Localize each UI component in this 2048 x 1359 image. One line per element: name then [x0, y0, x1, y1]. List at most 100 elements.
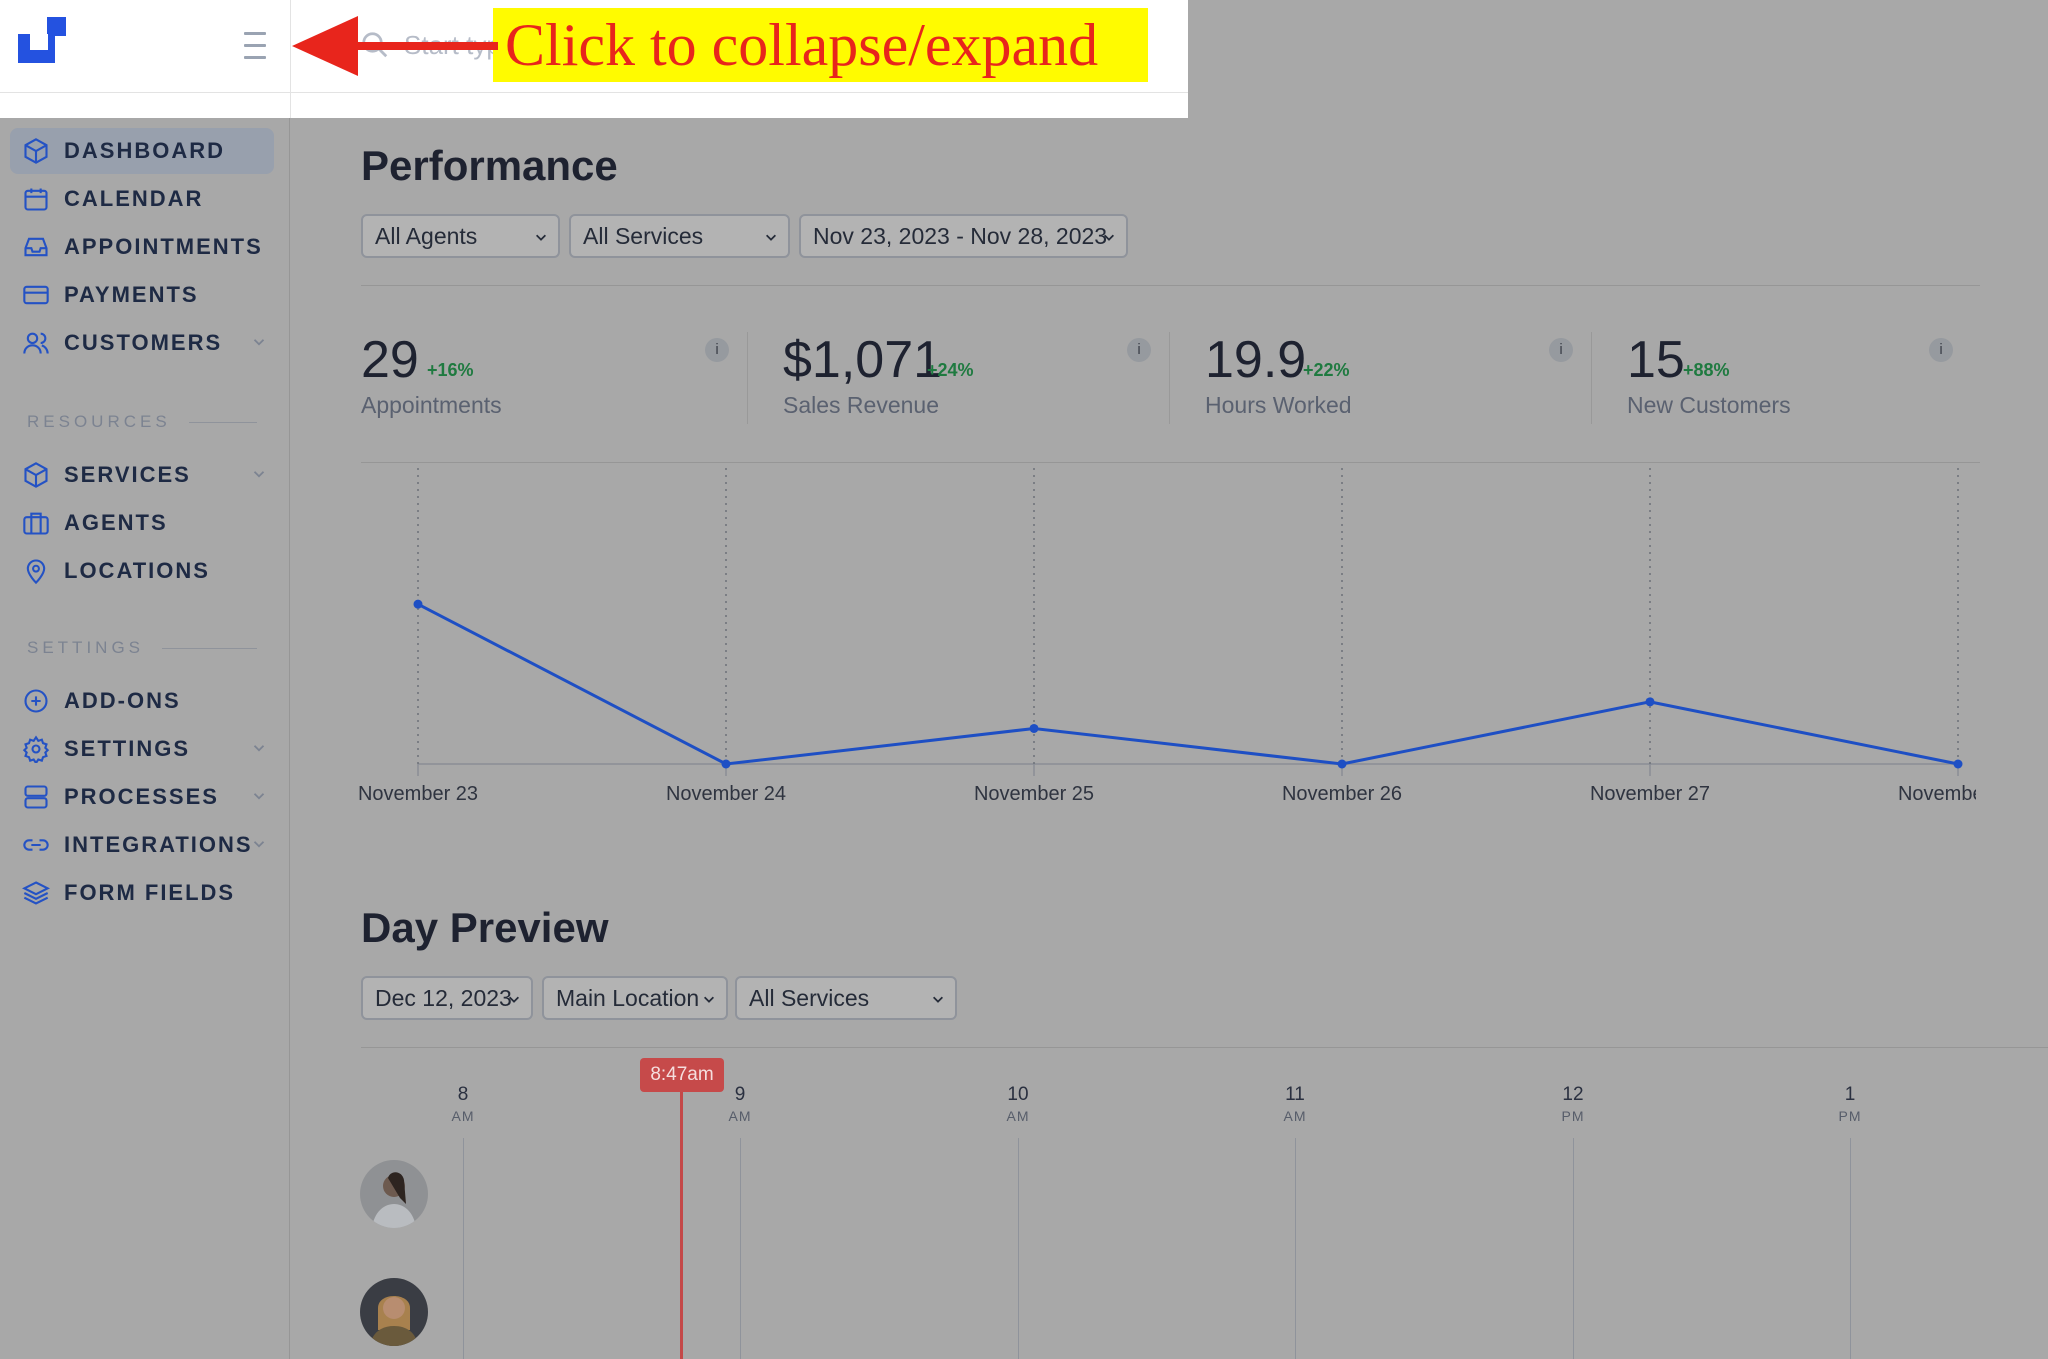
- hour-label: 1 PM: [1838, 1084, 1862, 1124]
- sidebar-item-payments[interactable]: PAYMENTS: [10, 272, 274, 318]
- layers-icon: [22, 881, 50, 905]
- sidebar-item-label: PAYMENTS: [64, 282, 199, 307]
- chevron-down-icon: [704, 996, 714, 1003]
- chevron-down-icon: [253, 841, 265, 848]
- sidebar-item-label: DASHBOARD: [64, 138, 225, 163]
- data-point[interactable]: [721, 759, 731, 769]
- section-divider: [361, 285, 1980, 286]
- sidebar-item-label: LOCATIONS: [64, 558, 210, 583]
- kpi-divider: [747, 332, 748, 424]
- gear-icon: [22, 735, 50, 763]
- info-icon[interactable]: i: [705, 338, 729, 362]
- hour-gridline: [1295, 1138, 1296, 1359]
- kpi-divider: [1169, 332, 1170, 424]
- agents-filter-select[interactable]: All Agents: [361, 214, 560, 258]
- date-range-select[interactable]: Nov 23, 2023 - Nov 28, 2023: [799, 214, 1128, 258]
- sidebar-item-label: SETTINGS: [64, 736, 191, 761]
- chevron-down-icon: [253, 339, 265, 346]
- x-tick-label: November 26: [1282, 783, 1402, 805]
- sidebar-item-integrations[interactable]: INTEGRATIONS: [10, 822, 274, 868]
- hour-label: 11 AM: [1283, 1084, 1307, 1124]
- chevron-down-icon: [933, 996, 943, 1003]
- chevron-down-icon: [766, 234, 776, 241]
- sidebar-item-appointments[interactable]: APPOINTMENTS: [10, 224, 274, 270]
- users-icon: [23, 332, 49, 354]
- hour-gridline: [1573, 1138, 1574, 1359]
- data-point[interactable]: [1645, 697, 1655, 707]
- sidebar-item-label: CALENDAR: [64, 186, 204, 211]
- sidebar-item-add-ons[interactable]: ADD-ONS: [10, 678, 274, 724]
- map-pin-icon: [26, 559, 46, 585]
- chevron-down-icon: [253, 745, 265, 752]
- hour-gridline: [1018, 1138, 1019, 1359]
- sidebar-item-settings[interactable]: SETTINGS: [10, 726, 274, 772]
- annotation-callout: Click to collapse/expand: [493, 8, 1148, 82]
- hour-label: 12 PM: [1561, 1084, 1585, 1124]
- x-tick-label: November 23: [358, 783, 478, 805]
- credit-card-icon: [23, 285, 49, 305]
- calendar-icon: [24, 188, 48, 211]
- location-select[interactable]: Main Location: [542, 976, 728, 1020]
- sidebar-item-dashboard[interactable]: DASHBOARD: [10, 128, 274, 174]
- sidebar-item-label: FORM FIELDS: [64, 880, 236, 905]
- sidebar-item-agents[interactable]: AGENTS: [10, 500, 274, 546]
- series-line: [417, 602, 1959, 766]
- sidebar-item-locations[interactable]: LOCATIONS: [10, 548, 274, 594]
- hour-label: 8 AM: [451, 1084, 475, 1124]
- kpi-new-customers: 15 +88% New Customers i: [1627, 330, 2027, 440]
- kpi-hours-worked: 19.9 +22% Hours Worked i: [1205, 330, 1605, 440]
- sidebar-item-label: INTEGRATIONS: [64, 832, 253, 857]
- sidebar-item-label: PROCESSES: [64, 784, 219, 809]
- hour-gridline: [740, 1138, 741, 1359]
- section-label-resources: RESOURCES: [27, 412, 257, 432]
- data-point[interactable]: [1953, 759, 1963, 769]
- menu-toggle-icon[interactable]: [244, 32, 266, 60]
- app-logo[interactable]: [18, 17, 66, 63]
- avatar[interactable]: [360, 1278, 428, 1346]
- sidebar: DASHBOARD CALENDAR APPOINTMENTS PAYMENTS…: [0, 118, 290, 1359]
- sidebar-item-label: CUSTOMERS: [64, 330, 223, 355]
- chevron-down-icon: [1104, 234, 1114, 241]
- services-filter-select[interactable]: All Services: [569, 214, 790, 258]
- data-point[interactable]: [1029, 723, 1039, 733]
- info-icon[interactable]: i: [1549, 338, 1573, 362]
- sidebar-item-customers[interactable]: CUSTOMERS: [10, 320, 274, 366]
- section-label-settings: SETTINGS: [27, 638, 257, 658]
- sidebar-item-form-fields[interactable]: FORM FIELDS: [10, 870, 274, 916]
- link-icon: [23, 839, 49, 851]
- main-content: Performance All Agents All Services Nov …: [291, 92, 2048, 1359]
- day-date-select[interactable]: Dec 12, 2023: [361, 976, 533, 1020]
- server-icon: [24, 785, 48, 809]
- chevron-down-icon: [509, 996, 519, 1003]
- annotation-arrow-icon: [292, 16, 498, 76]
- kpi-appointments: 29 +16% Appointments i: [361, 330, 761, 440]
- hour-gridline: [463, 1138, 464, 1359]
- sidebar-item-services[interactable]: SERVICES: [10, 452, 274, 498]
- header-bottom-border: [0, 92, 1188, 93]
- info-icon[interactable]: i: [1929, 338, 1953, 362]
- hour-gridline: [1850, 1138, 1851, 1359]
- x-tick-label: November 27: [1590, 783, 1710, 805]
- x-tick-label: November 24: [666, 783, 786, 805]
- sidebar-item-label: AGENTS: [64, 510, 168, 535]
- cube-icon: [24, 138, 48, 164]
- hour-label: 10 AM: [1006, 1084, 1030, 1124]
- chevron-down-icon: [253, 793, 265, 800]
- plus-circle-icon: [24, 689, 48, 713]
- data-point[interactable]: [1337, 759, 1347, 769]
- day-services-select[interactable]: All Services: [735, 976, 957, 1020]
- cube-icon: [24, 462, 48, 488]
- sidebar-item-label: ADD-ONS: [64, 688, 181, 713]
- data-point[interactable]: [413, 599, 423, 609]
- info-icon[interactable]: i: [1127, 338, 1151, 362]
- sidebar-item-processes[interactable]: PROCESSES: [10, 774, 274, 820]
- briefcase-icon: [23, 512, 49, 535]
- sidebar-item-label: SERVICES: [64, 462, 191, 487]
- x-tick-label: November 25: [974, 783, 1094, 805]
- sidebar-item-calendar[interactable]: CALENDAR: [10, 176, 274, 222]
- avatar[interactable]: [360, 1160, 428, 1228]
- section-divider: [361, 1047, 2048, 1048]
- performance-title: Performance: [361, 142, 618, 189]
- performance-line-chart: November 23 November 24 November 25 Novembe…: [358, 468, 1976, 805]
- kpi-sales-revenue: $1,071 +24% Sales Revenue i: [783, 330, 1183, 440]
